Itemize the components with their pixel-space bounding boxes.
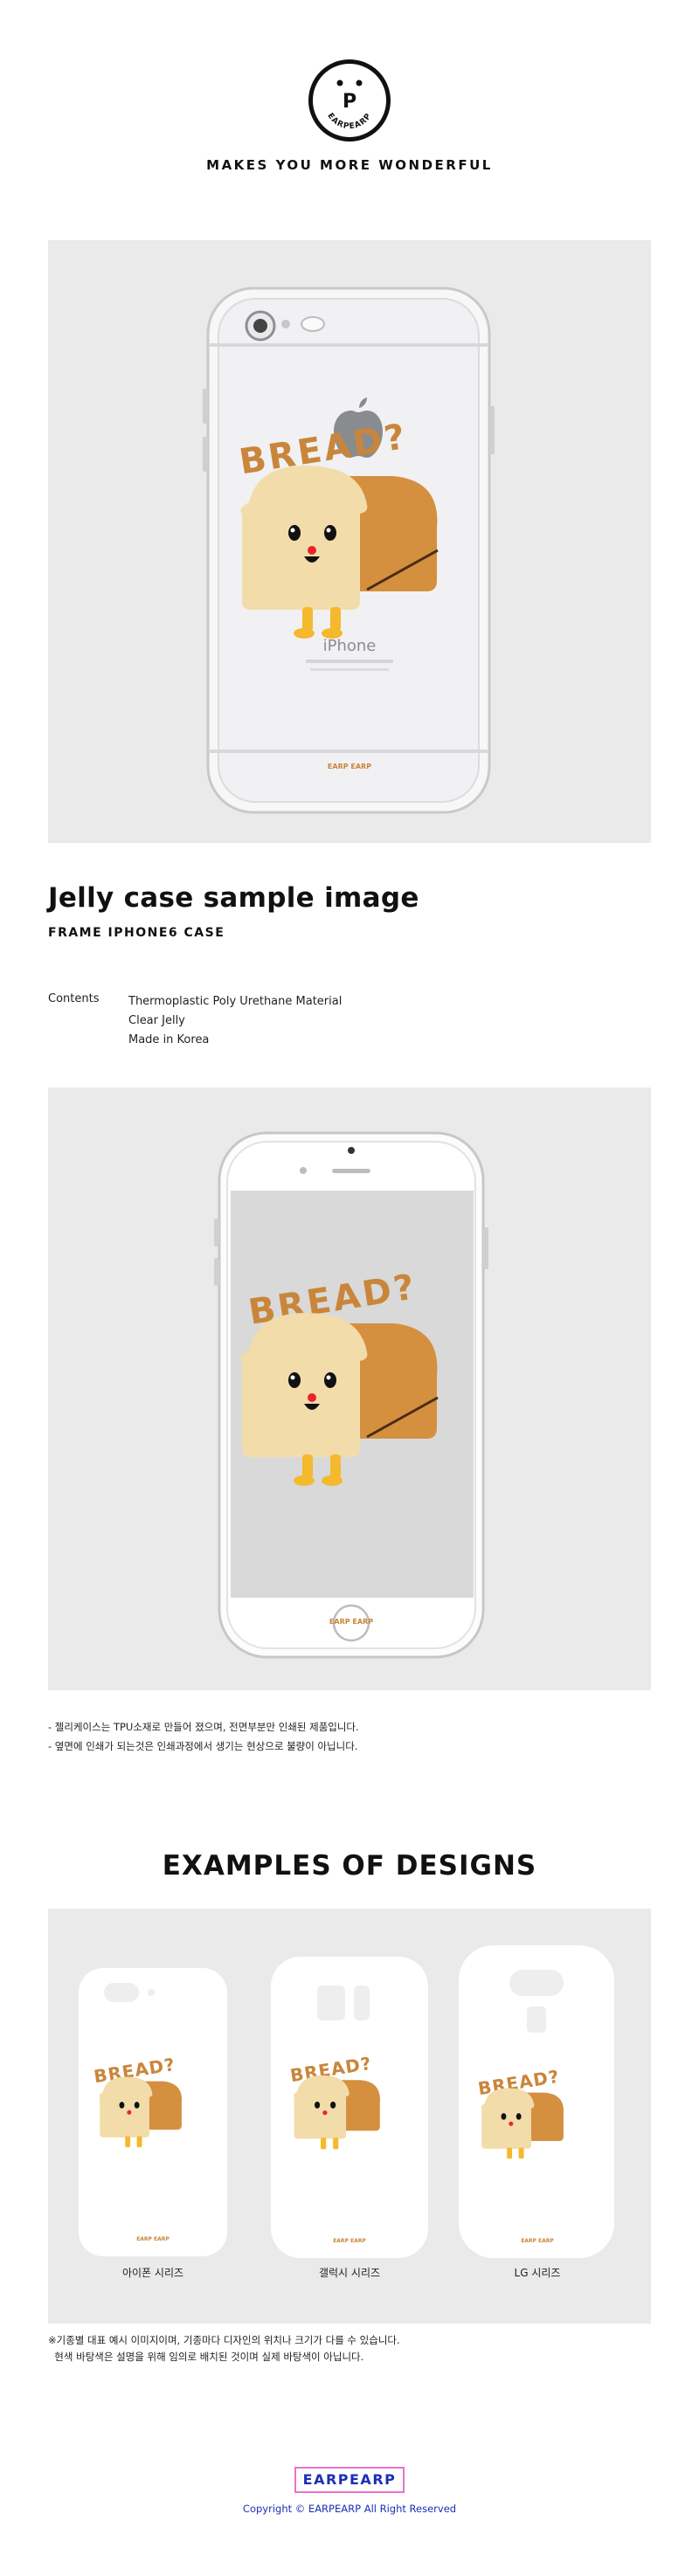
contents-item: Clear Jelly [128,1014,185,1027]
footnote-item: 현색 바탕색은 설명을 위해 임의로 배치된 것이며 실제 바탕색이 아닙니다. [48,2351,364,2363]
series-label-lg: LG 시리즈 [514,2267,561,2279]
svg-text:EARPEARP: EARPEARP [325,112,373,131]
svg-text:EARP EARP: EARP EARP [136,2236,170,2242]
section-title: Jelly case sample image [48,882,419,914]
contents-list: Thermoplastic Poly Urethane Material Cle… [128,992,342,1050]
design-examples-panel: BREAD? EARP EARP BREAD? EARP EARP BREAD?… [48,1909,651,2324]
iphone-series-case: BREAD? EARP EARP [79,1968,227,2256]
svg-text:iPhone: iPhone [323,637,377,655]
examples-title: EXAMPLES OF DESIGNS [162,1850,537,1882]
footer-copyright: Copyright © EARPEARP All Right Reserved [242,2503,457,2515]
case-front-image: BREAD? EARP EARP [48,1088,651,1690]
footnote-item: ※기종별 대표 예시 이미지이며, 기종마다 디자인의 위치나 크기가 다를 수… [48,2334,400,2346]
section-subtitle: FRAME IPHONE6 CASE [48,926,225,940]
tagline: MAKES YOU MORE WONDERFUL [206,157,493,173]
brand-logo: P EARPEARP [308,59,391,142]
note-item: - 젤리케이스는 TPU소재로 만들어 졌으며, 전면부분만 인쇄된 제품입니다… [48,1721,359,1733]
smiley-logo-icon: P EARPEARP [325,79,373,131]
note-item: - 옆면에 인쇄가 되는것은 인쇄과정에서 생기는 현상으로 불량이 아닙니다. [48,1740,358,1752]
lg-series-case: BREAD? EARP EARP [459,1945,614,2258]
footnote-list: ※기종별 대표 예시 이미지이며, 기종마다 디자인의 위치나 크기가 다를 수… [48,2332,400,2365]
contents-item: Thermoplastic Poly Urethane Material [128,995,343,1008]
svg-text:EARP EARP: EARP EARP [328,763,371,770]
svg-text:EARP EARP: EARP EARP [329,1618,373,1626]
series-label-iphone: 아이폰 시리즈 [121,2267,184,2279]
svg-text:P: P [343,91,356,113]
galaxy-series-case: BREAD? EARP EARP [271,1957,428,2258]
svg-text:EARP EARP: EARP EARP [521,2238,554,2244]
series-label-galaxy: 갤럭시 시리즈 [318,2267,381,2279]
case-back-image: BREAD? iPhone EARP EARP [48,240,651,843]
contents-label: Contents [48,992,100,1005]
contents-item: Made in Korea [128,1033,210,1046]
notes-list: - 젤리케이스는 TPU소재로 만들어 졌으며, 전면부분만 인쇄된 제품입니다… [48,1717,359,1756]
footer-brand-logo: EARPEARP [294,2467,405,2493]
svg-text:EARP EARP: EARP EARP [333,2238,366,2244]
